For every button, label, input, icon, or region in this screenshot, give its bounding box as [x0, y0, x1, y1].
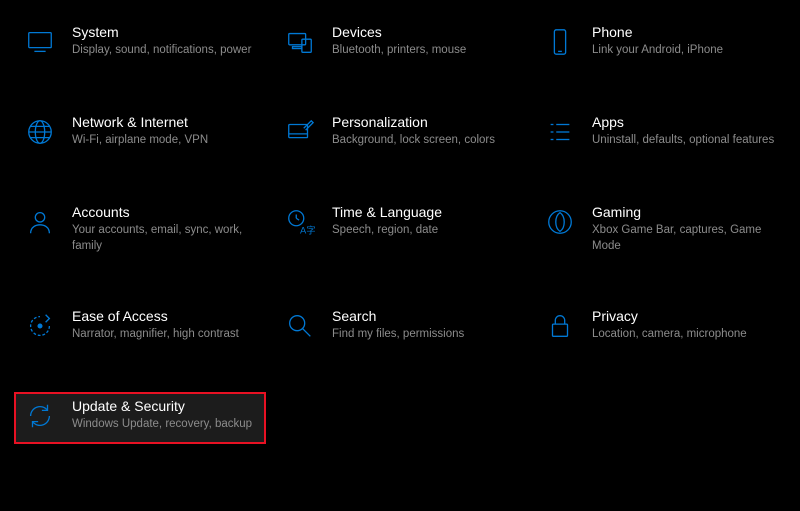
svg-text:A字: A字	[300, 224, 315, 235]
tile-search[interactable]: Search Find my files, permissions	[274, 302, 526, 354]
tile-desc: Narrator, magnifier, high contrast	[72, 327, 258, 343]
tile-desc: Bluetooth, printers, mouse	[332, 43, 518, 59]
tile-desc: Wi-Fi, airplane mode, VPN	[72, 133, 258, 149]
tile-text: Update & Security Windows Update, recove…	[72, 398, 258, 433]
tile-title: Privacy	[592, 308, 778, 324]
tile-devices[interactable]: Devices Bluetooth, printers, mouse	[274, 18, 526, 70]
tile-text: System Display, sound, notifications, po…	[72, 24, 258, 59]
tile-text: Gaming Xbox Game Bar, captures, Game Mod…	[592, 204, 778, 254]
tile-text: Phone Link your Android, iPhone	[592, 24, 778, 59]
paint-icon	[282, 114, 318, 150]
tile-title: Accounts	[72, 204, 258, 220]
gaming-icon	[542, 204, 578, 240]
tile-time-language[interactable]: A字 Time & Language Speech, region, date	[274, 198, 526, 264]
phone-icon	[542, 24, 578, 60]
tile-title: Time & Language	[332, 204, 518, 220]
tile-title: Apps	[592, 114, 778, 130]
tile-apps[interactable]: Apps Uninstall, defaults, optional featu…	[534, 108, 786, 160]
tile-title: Search	[332, 308, 518, 324]
tile-title: Network & Internet	[72, 114, 258, 130]
tile-update-security[interactable]: Update & Security Windows Update, recove…	[14, 392, 266, 444]
tile-desc: Display, sound, notifications, power	[72, 43, 258, 59]
tile-desc: Speech, region, date	[332, 223, 518, 239]
tile-phone[interactable]: Phone Link your Android, iPhone	[534, 18, 786, 70]
tile-title: Gaming	[592, 204, 778, 220]
tile-title: Personalization	[332, 114, 518, 130]
tile-text: Devices Bluetooth, printers, mouse	[332, 24, 518, 59]
tile-text: Privacy Location, camera, microphone	[592, 308, 778, 343]
tile-text: Apps Uninstall, defaults, optional featu…	[592, 114, 778, 149]
settings-grid: System Display, sound, notifications, po…	[14, 18, 786, 444]
search-icon	[282, 308, 318, 344]
person-icon	[22, 204, 58, 240]
apps-list-icon	[542, 114, 578, 150]
tile-text: Ease of Access Narrator, magnifier, high…	[72, 308, 258, 343]
tile-title: Phone	[592, 24, 778, 40]
update-icon	[22, 398, 58, 434]
tile-desc: Your accounts, email, sync, work, family	[72, 223, 258, 254]
tile-desc: Uninstall, defaults, optional features	[592, 133, 778, 149]
tile-personalization[interactable]: Personalization Background, lock screen,…	[274, 108, 526, 160]
globe-icon	[22, 114, 58, 150]
tile-desc: Xbox Game Bar, captures, Game Mode	[592, 223, 778, 254]
tile-network[interactable]: Network & Internet Wi-Fi, airplane mode,…	[14, 108, 266, 160]
tile-text: Personalization Background, lock screen,…	[332, 114, 518, 149]
tile-desc: Link your Android, iPhone	[592, 43, 778, 59]
tile-text: Accounts Your accounts, email, sync, wor…	[72, 204, 258, 254]
tile-title: System	[72, 24, 258, 40]
accessibility-icon	[22, 308, 58, 344]
lock-icon	[542, 308, 578, 344]
time-language-icon: A字	[282, 204, 318, 240]
tile-privacy[interactable]: Privacy Location, camera, microphone	[534, 302, 786, 354]
tile-text: Network & Internet Wi-Fi, airplane mode,…	[72, 114, 258, 149]
tile-title: Update & Security	[72, 398, 258, 414]
devices-icon	[282, 24, 318, 60]
tile-desc: Find my files, permissions	[332, 327, 518, 343]
tile-gaming[interactable]: Gaming Xbox Game Bar, captures, Game Mod…	[534, 198, 786, 264]
tile-system[interactable]: System Display, sound, notifications, po…	[14, 18, 266, 70]
tile-title: Devices	[332, 24, 518, 40]
tile-text: Search Find my files, permissions	[332, 308, 518, 343]
tile-text: Time & Language Speech, region, date	[332, 204, 518, 239]
system-icon	[22, 24, 58, 60]
tile-title: Ease of Access	[72, 308, 258, 324]
tile-desc: Background, lock screen, colors	[332, 133, 518, 149]
tile-accounts[interactable]: Accounts Your accounts, email, sync, wor…	[14, 198, 266, 264]
tile-ease-of-access[interactable]: Ease of Access Narrator, magnifier, high…	[14, 302, 266, 354]
tile-desc: Location, camera, microphone	[592, 327, 778, 343]
tile-desc: Windows Update, recovery, backup	[72, 417, 258, 433]
